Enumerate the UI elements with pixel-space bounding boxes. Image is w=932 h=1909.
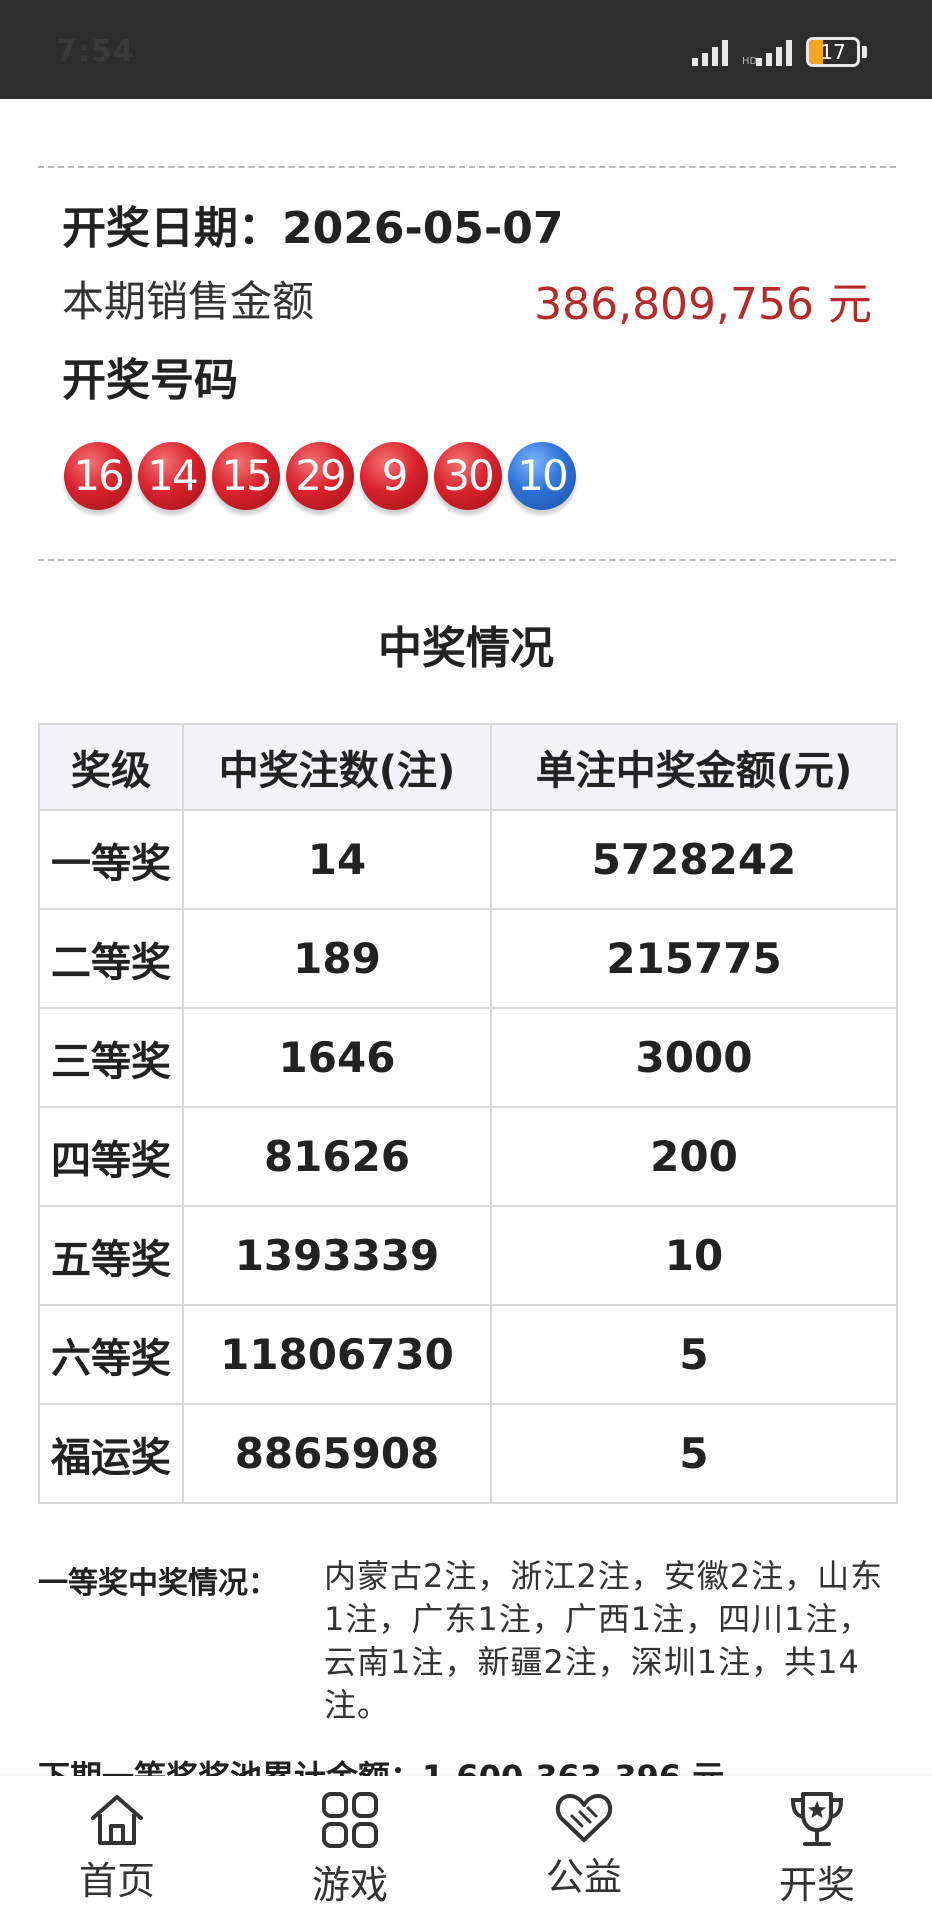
jackpot-pool-line: 下期一等奖奖池累计金额：1,600,363,396 元 bbox=[38, 1758, 725, 1778]
table-row: 六等奖 11806730 5 bbox=[38, 1304, 898, 1405]
prize-table-header: 奖级 中奖注数(注) 单注中奖金额(元) bbox=[38, 723, 898, 811]
nav-item-home[interactable]: 首页 bbox=[37, 1776, 197, 1903]
status-bar: 7:54 HD 17 bbox=[0, 0, 932, 99]
prize-section-title: 中奖情况 bbox=[378, 623, 554, 674]
sales-value: 386,809,756 元 bbox=[534, 279, 872, 330]
bottom-nav: 首页 游戏 公益 开奖 bbox=[0, 1776, 932, 1907]
divider-middle bbox=[38, 559, 896, 561]
table-row: 福运奖 8865908 5 bbox=[38, 1403, 898, 1504]
nav-label: 游戏 bbox=[311, 1863, 388, 1907]
home-icon bbox=[91, 1795, 143, 1845]
red-ball: 30 bbox=[434, 442, 502, 510]
nav-label: 公益 bbox=[545, 1855, 622, 1899]
winner-count: 1393339 bbox=[182, 1205, 492, 1306]
red-ball: 29 bbox=[286, 442, 354, 510]
prize-level: 四等奖 bbox=[38, 1106, 184, 1207]
blue-ball: 10 bbox=[508, 442, 576, 510]
prize-level: 福运奖 bbox=[38, 1403, 184, 1504]
first-prize-winners-text: 内蒙古2注，浙江2注，安徽2注，山东1注，广东1注，广西1注，四川1注，云南1注… bbox=[324, 1557, 884, 1724]
battery-level: 17 bbox=[820, 40, 846, 64]
prize-level: 一等奖 bbox=[38, 809, 184, 910]
header-count: 中奖注数(注) bbox=[182, 723, 492, 811]
winner-count: 81626 bbox=[182, 1106, 492, 1207]
winner-count: 8865908 bbox=[182, 1403, 492, 1504]
svg-text:HD: HD bbox=[742, 56, 758, 67]
battery-cap bbox=[862, 46, 867, 58]
table-row: 一等奖 14 5728242 bbox=[38, 809, 898, 910]
draw-date-label: 开奖日期： bbox=[62, 203, 282, 254]
table-row: 二等奖 189 215775 bbox=[38, 908, 898, 1009]
draw-date-value: 2026-05-07 bbox=[282, 203, 564, 254]
prize-amount: 10 bbox=[490, 1205, 898, 1306]
nav-label: 开奖 bbox=[778, 1863, 855, 1907]
winner-count: 11806730 bbox=[182, 1304, 492, 1405]
prize-level: 二等奖 bbox=[38, 908, 184, 1009]
first-prize-winners-label: 一等奖中奖情况： bbox=[38, 1566, 278, 1601]
grid-icon bbox=[322, 1792, 378, 1848]
red-ball: 14 bbox=[138, 442, 206, 510]
prize-level: 三等奖 bbox=[38, 1007, 184, 1108]
table-row: 四等奖 81626 200 bbox=[38, 1106, 898, 1207]
nav-item-games[interactable]: 游戏 bbox=[270, 1776, 430, 1907]
heart-hands-icon bbox=[555, 1794, 613, 1842]
nav-item-charity[interactable]: 公益 bbox=[504, 1776, 664, 1899]
prize-amount: 5 bbox=[490, 1403, 898, 1504]
red-ball: 9 bbox=[360, 442, 428, 510]
prize-amount: 215775 bbox=[490, 908, 898, 1009]
battery-icon: 17 bbox=[806, 37, 860, 67]
draw-date: 开奖日期：2026-05-07 bbox=[62, 192, 563, 256]
prize-amount: 200 bbox=[490, 1106, 898, 1207]
prize-amount: 3000 bbox=[490, 1007, 898, 1108]
header-level: 奖级 bbox=[38, 723, 184, 811]
prize-amount: 5728242 bbox=[490, 809, 898, 910]
red-ball: 16 bbox=[64, 442, 132, 510]
winner-count: 189 bbox=[182, 908, 492, 1009]
table-row: 五等奖 1393339 10 bbox=[38, 1205, 898, 1306]
prize-table: 奖级 中奖注数(注) 单注中奖金额(元) 一等奖 14 5728242 二等奖 … bbox=[38, 723, 898, 1504]
sales-label: 本期销售金额 bbox=[62, 277, 315, 326]
prize-level: 五等奖 bbox=[38, 1205, 184, 1306]
table-row: 三等奖 1646 3000 bbox=[38, 1007, 898, 1108]
winning-numbers-label: 开奖号码 bbox=[62, 355, 238, 406]
header-amount: 单注中奖金额(元) bbox=[490, 723, 898, 811]
signal-strength-icon bbox=[692, 40, 728, 66]
trophy-icon bbox=[790, 1792, 844, 1846]
prize-level: 六等奖 bbox=[38, 1304, 184, 1405]
nav-item-results[interactable]: 开奖 bbox=[737, 1776, 897, 1907]
status-time: 7:54 bbox=[56, 34, 135, 69]
red-ball: 15 bbox=[212, 442, 280, 510]
winner-count: 14 bbox=[182, 809, 492, 910]
prize-amount: 5 bbox=[490, 1304, 898, 1405]
winner-count: 1646 bbox=[182, 1007, 492, 1108]
divider-top bbox=[38, 166, 896, 168]
signal-strength-2-icon: HD bbox=[742, 40, 792, 67]
